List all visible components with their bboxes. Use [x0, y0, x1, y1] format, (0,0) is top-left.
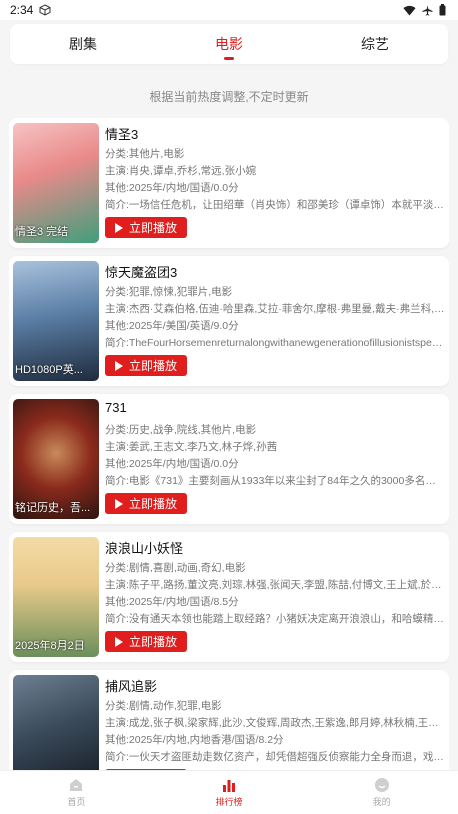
nav-label: 我的: [372, 797, 391, 807]
wifi-icon: [403, 5, 416, 16]
movie-category: 分类:犯罪,惊悚,犯罪片,电影: [105, 286, 233, 298]
movie-intro: 简介:没有通天本领也能踏上取经路？小猪妖决定离开浪浪山，和哈蟆精、黄...: [105, 613, 445, 625]
play-icon: [114, 360, 123, 371]
airplane-icon: [422, 5, 433, 16]
movie-card[interactable]: 情圣3 完结 情圣3 分类:其他片,电影 主演:肖央,谭卓,乔杉,常远,张小婉 …: [9, 118, 449, 248]
movie-info: 惊天魔盗团3 分类:犯罪,惊悚,犯罪片,电影 主演:杰西·艾森伯格,伍迪·哈里森…: [105, 261, 445, 381]
movie-category: 分类:其他片,电影: [105, 148, 185, 160]
movie-info: 浪浪山小妖怪 分类:剧情,喜剧,动画,奇幻,电影 主演:陈子平,路扬,董汶亮,刘…: [105, 537, 445, 657]
movie-other: 其他:2025年/内地/国语/0.0分: [105, 182, 239, 194]
play-label: 立即播放: [128, 497, 177, 511]
movie-intro: 简介:TheFourHorsemenreturnalongwithanewgen…: [105, 337, 445, 349]
movie-intro: 简介:一伙天才盗匪劫走数亿资产，却凭借超强反侦察能力全身而退，戏要警...: [105, 751, 445, 763]
movie-category: 分类:历史,战争,院线,其他片,电影: [105, 424, 257, 436]
play-button[interactable]: 立即播放: [105, 631, 187, 652]
bottom-nav: 首页 排行榜 我的: [0, 770, 458, 814]
movie-other: 其他:2025年/内地,内地香港/国语/8.2分: [105, 734, 284, 746]
play-label: 立即播放: [128, 359, 177, 373]
play-button[interactable]: 立即播放: [105, 355, 187, 376]
status-bar: 2:34: [0, 0, 458, 20]
home-icon: [70, 779, 83, 791]
movie-other: 其他:2025年/内地/国语/8.5分: [105, 596, 239, 608]
movie-cast: 主演:陈子平,路扬,董汶亮,刘琮,林强,张闻天,李盟,陈喆,付博文,王上斌,於水…: [105, 579, 445, 591]
movie-category: 分类:剧情,喜剧,动画,奇幻,电影: [105, 562, 246, 574]
tab-label: 剧集: [69, 36, 97, 52]
movie-title: 浪浪山小妖怪: [105, 541, 184, 556]
movie-card[interactable]: 铭记历史，吾... 731 分类:历史,战争,院线,其他片,电影 主演:姜武,王…: [9, 394, 449, 524]
poster-caption: 2025年8月2日: [15, 640, 85, 652]
status-right: [403, 4, 446, 16]
play-button[interactable]: 立即播放: [105, 493, 187, 514]
nav-label: 首页: [67, 797, 86, 807]
movie-title: 情圣3: [105, 127, 139, 142]
movie-poster[interactable]: 情圣3 完结: [13, 123, 99, 243]
active-tab-indicator: [224, 57, 234, 60]
play-button[interactable]: 立即播放: [105, 217, 187, 238]
movie-info: 731 分类:历史,战争,院线,其他片,电影 主演:姜武,王志文,李乃文,林子烨…: [105, 399, 445, 519]
update-notice: 根据当前热度调整,不定时更新: [149, 90, 309, 104]
movie-info: 情圣3 分类:其他片,电影 主演:肖央,谭卓,乔杉,常远,张小婉 其他:2025…: [105, 123, 445, 243]
play-label: 立即播放: [128, 221, 177, 235]
movie-intro: 简介:一场信任危机，让田绍華（肖央饰）和邵美珍（谭卓饰）本就平淡的婚...: [105, 199, 445, 211]
movie-cast: 主演:成龙,张子枫,梁家辉,此沙,文俊辉,周政杰,王紫逸,郎月婷,林秋楠,王振威…: [105, 717, 445, 729]
movie-poster[interactable]: 2025年8月2日: [13, 537, 99, 657]
nav-ranking[interactable]: 排行榜: [153, 771, 306, 814]
movie-poster[interactable]: HD1080P英...: [13, 261, 99, 381]
movie-other: 其他:2025年/美国/英语/9.0分: [105, 320, 239, 332]
poster-caption: 情圣3 完结: [15, 226, 69, 238]
movie-title: 惊天魔盗团3: [105, 265, 178, 280]
movie-card[interactable]: 2025年8月2日 浪浪山小妖怪 分类:剧情,喜剧,动画,奇幻,电影 主演:陈子…: [9, 532, 449, 662]
cube-icon: [39, 4, 51, 16]
status-left: 2:34: [10, 3, 51, 17]
movie-cast: 主演:姜武,王志文,李乃文,林子烨,孙茜: [105, 441, 278, 453]
ranking-icon: [223, 780, 235, 792]
play-icon: [114, 498, 123, 509]
nav-label: 排行榜: [215, 797, 243, 807]
tab-label: 电影: [215, 36, 243, 52]
movie-cast: 主演:肖央,谭卓,乔杉,常远,张小婉: [105, 165, 257, 177]
nav-home[interactable]: 首页: [0, 771, 153, 814]
tab-variety[interactable]: 综艺: [302, 24, 448, 64]
movie-card[interactable]: 捕风追影 分类:剧情,动作,犯罪,电影 主演:成龙,张子枫,梁家辉,此沙,文俊辉…: [9, 670, 449, 770]
movie-cast: 主演:杰西·艾森伯格,伍迪·哈里森,艾拉·菲舍尔,摩根·弗里曼,戴夫·弗兰科,马…: [105, 303, 445, 315]
play-icon: [114, 222, 123, 233]
tab-label: 综艺: [361, 36, 389, 52]
movie-other: 其他:2025年/内地/国语/0.0分: [105, 458, 239, 470]
profile-icon: [374, 778, 389, 792]
poster-caption: 铭记历史，吾...: [15, 502, 91, 514]
status-time: 2:34: [10, 3, 34, 17]
poster-caption: HD1080P英...: [15, 364, 83, 376]
movie-category: 分类:剧情,动作,犯罪,电影: [105, 700, 222, 712]
tab-movies[interactable]: 电影: [156, 24, 302, 64]
movie-title: 731: [105, 400, 127, 415]
battery-icon: [439, 4, 446, 16]
play-icon: [114, 636, 123, 647]
movie-list[interactable]: 情圣3 完结 情圣3 分类:其他片,电影 主演:肖央,谭卓,乔杉,常远,张小婉 …: [9, 118, 449, 770]
nav-profile[interactable]: 我的: [305, 771, 458, 814]
movie-poster[interactable]: [13, 675, 99, 770]
category-tabbar: 剧集 电影 综艺: [10, 24, 448, 64]
movie-intro: 简介:电影《731》主要刻画从1933年以来尘封了84年之久的3000多名祖国.…: [105, 475, 445, 487]
movie-poster[interactable]: 铭记历史，吾...: [13, 399, 99, 519]
play-label: 立即播放: [128, 635, 177, 649]
movie-card[interactable]: HD1080P英... 惊天魔盗团3 分类:犯罪,惊悚,犯罪片,电影 主演:杰西…: [9, 256, 449, 386]
movie-title: 捕风追影: [105, 679, 158, 694]
movie-info: 捕风追影 分类:剧情,动作,犯罪,电影 主演:成龙,张子枫,梁家辉,此沙,文俊辉…: [105, 675, 445, 770]
tab-series[interactable]: 剧集: [10, 24, 156, 64]
